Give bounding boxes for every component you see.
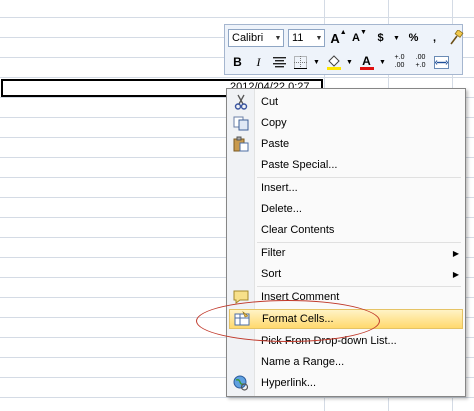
bold-icon: B bbox=[233, 55, 242, 69]
percent-button[interactable]: % bbox=[404, 29, 423, 48]
comma-icon: , bbox=[432, 32, 437, 44]
row-line bbox=[0, 17, 474, 18]
menu-item-label: Insert Comment bbox=[261, 291, 340, 303]
menu-item-label: Pick From Drop-down List... bbox=[261, 335, 397, 347]
menu-item-insert-comment[interactable]: Insert Comment bbox=[229, 287, 463, 307]
menu-item-label: Delete... bbox=[261, 203, 302, 215]
format-painter-icon bbox=[449, 30, 463, 45]
menu-item-sort[interactable]: Sort ▶ bbox=[229, 264, 463, 284]
grow-font-button[interactable]: A ▲ bbox=[329, 29, 348, 48]
menu-item-name-range[interactable]: Name a Range... bbox=[229, 352, 463, 372]
font-color-button[interactable]: A bbox=[357, 53, 376, 72]
format-painter-button[interactable] bbox=[446, 29, 465, 48]
menu-item-label: Hyperlink... bbox=[261, 377, 317, 389]
row-line bbox=[0, 77, 474, 78]
chevron-down-icon[interactable]: ▼ bbox=[392, 29, 401, 48]
chevron-down-icon[interactable]: ▼ bbox=[312, 53, 321, 72]
italic-icon: I bbox=[256, 54, 261, 69]
menu-item-cut[interactable]: Cut bbox=[229, 92, 463, 112]
paste-icon bbox=[229, 134, 253, 154]
menu-item-label: Format Cells... bbox=[262, 313, 334, 325]
fill-color-button[interactable] bbox=[324, 53, 343, 72]
submenu-arrow-icon: ▶ bbox=[452, 269, 460, 279]
font-name-value: Calibri bbox=[232, 32, 264, 44]
font-size-value: 11 bbox=[292, 32, 304, 44]
fill-bucket-icon bbox=[326, 55, 341, 70]
menu-item-pick-from-list[interactable]: Pick From Drop-down List... bbox=[229, 331, 463, 351]
borders-button[interactable] bbox=[291, 53, 310, 72]
italic-button[interactable]: I bbox=[249, 53, 268, 72]
menu-item-copy[interactable]: Copy bbox=[229, 113, 463, 133]
font-color-icon: A bbox=[362, 53, 371, 68]
font-size-box[interactable]: 11 ▼ bbox=[288, 29, 325, 47]
align-center-button[interactable] bbox=[270, 53, 289, 72]
menu-item-filter[interactable]: Filter ▶ bbox=[229, 243, 463, 263]
menu-item-format-cells[interactable]: Format Cells... bbox=[229, 309, 463, 329]
merge-center-icon bbox=[434, 55, 449, 69]
percent-icon: % bbox=[408, 32, 419, 44]
menu-item-label: Cut bbox=[261, 96, 279, 108]
menu-item-label: Name a Range... bbox=[261, 356, 345, 368]
menu-item-label: Paste Special... bbox=[261, 159, 338, 171]
scissors-icon bbox=[229, 92, 253, 112]
submenu-arrow-icon: ▶ bbox=[452, 248, 460, 258]
borders-icon bbox=[294, 55, 307, 69]
menu-item-paste[interactable]: Paste bbox=[229, 134, 463, 154]
comment-icon bbox=[229, 287, 253, 307]
mini-toolbar: Calibri ▼ 11 ▼ A ▲ A ▼ $ ▼ % , B I ▼ ▼ A… bbox=[224, 24, 463, 75]
currency-icon: $ bbox=[377, 32, 384, 44]
copy-icon bbox=[229, 113, 253, 133]
currency-button[interactable]: $ bbox=[371, 29, 390, 48]
font-name-box[interactable]: Calibri ▼ bbox=[228, 29, 284, 47]
menu-item-label: Sort bbox=[261, 268, 282, 280]
merge-center-button[interactable] bbox=[432, 53, 451, 72]
shrink-font-icon: A bbox=[352, 32, 360, 44]
chevron-down-icon[interactable]: ▼ bbox=[272, 34, 283, 42]
row-line bbox=[0, 397, 474, 398]
globe-icon bbox=[229, 373, 253, 393]
chevron-down-icon[interactable]: ▼ bbox=[378, 53, 387, 72]
menu-item-insert[interactable]: Insert... bbox=[229, 178, 463, 198]
chevron-down-icon[interactable]: ▼ bbox=[345, 53, 354, 72]
menu-item-label: Copy bbox=[261, 117, 287, 129]
menu-item-paste-special[interactable]: Paste Special... bbox=[229, 155, 463, 175]
menu-item-label: Insert... bbox=[261, 182, 298, 194]
menu-item-hyperlink[interactable]: Hyperlink... bbox=[229, 373, 463, 393]
grow-font-icon: A bbox=[330, 30, 340, 46]
chevron-down-icon[interactable]: ▼ bbox=[313, 34, 324, 42]
bold-button[interactable]: B bbox=[228, 53, 247, 72]
menu-item-label: Filter bbox=[261, 247, 286, 259]
menu-item-label: Paste bbox=[261, 138, 290, 150]
align-center-icon bbox=[273, 57, 286, 68]
decrease-decimal-button[interactable]: .00 +.0 bbox=[411, 53, 430, 72]
comma-style-button[interactable]: , bbox=[425, 29, 444, 48]
increase-decimal-icon: +.0 .00 bbox=[394, 54, 405, 69]
increase-decimal-button[interactable]: +.0 .00 bbox=[390, 53, 409, 72]
menu-item-delete[interactable]: Delete... bbox=[229, 199, 463, 219]
menu-item-clear-contents[interactable]: Clear Contents bbox=[229, 220, 463, 240]
shrink-font-button[interactable]: A ▼ bbox=[350, 29, 369, 48]
format-cells-icon bbox=[230, 309, 254, 329]
decrease-decimal-icon: .00 +.0 bbox=[415, 54, 426, 69]
menu-item-label: Clear Contents bbox=[261, 224, 335, 236]
context-menu: Cut Copy Paste Paste Special... Insert..… bbox=[226, 88, 466, 397]
